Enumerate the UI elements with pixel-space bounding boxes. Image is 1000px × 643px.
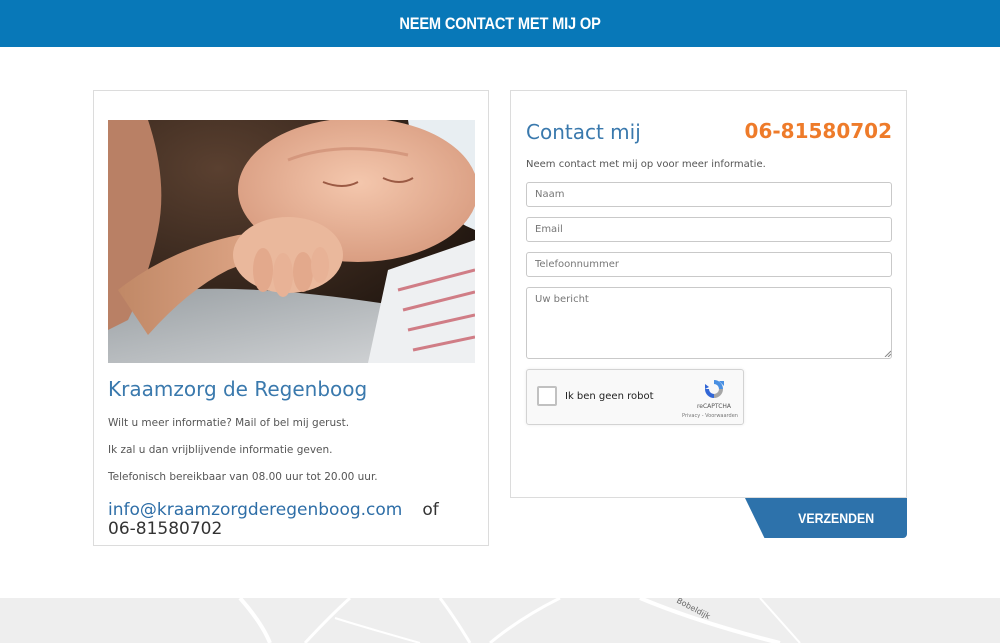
info-text-line: Ik zal u dan vrijblijvende informatie ge… [108, 444, 333, 456]
phone-input[interactable] [526, 252, 892, 277]
page-header-bar: NEEM CONTACT MET MIJ OP [0, 0, 1000, 47]
phone-number-text: 06-81580702 [108, 519, 223, 539]
email-link[interactable]: info@kraamzorgderegenboog.com [108, 500, 402, 520]
newborn-photo-image [108, 120, 475, 363]
info-text-line: Wilt u meer informatie? Mail of bel mij … [108, 417, 350, 429]
recaptcha-widget: Ik ben geen robot reCAPTCHA Privacy - Vo… [526, 369, 744, 425]
map-roads [238, 598, 801, 643]
resize-handle-icon[interactable] [884, 350, 891, 357]
recaptcha-label: Ik ben geen robot [565, 391, 654, 402]
page-heading: NEEM CONTACT MET MIJ OP [399, 13, 601, 33]
contact-phone-number: 06-81580702 [744, 119, 892, 143]
contact-form-card: Contact mij 06-81580702 Neem contact met… [510, 90, 907, 498]
or-text: of [422, 500, 439, 520]
contact-details: info@kraamzorgderegenboog.com of 06-81580… [108, 501, 478, 539]
recaptcha-terms-link[interactable]: Privacy - Voorwaarden [677, 413, 743, 419]
recaptcha-logo-icon [705, 380, 724, 398]
recaptcha-brand-text: reCAPTCHA [696, 403, 732, 410]
business-name: Kraamzorg de Regenboog [108, 377, 368, 401]
name-input[interactable] [526, 182, 892, 207]
contact-intro-text: Neem contact met mij op voor meer inform… [526, 159, 766, 170]
submit-button-label: VERZENDEN [797, 510, 874, 526]
submit-button[interactable]: VERZENDEN [745, 498, 907, 538]
recaptcha-checkbox[interactable] [537, 386, 557, 406]
contact-form-title: Contact mij [526, 120, 641, 144]
info-card: Kraamzorg de Regenboog Wilt u meer infor… [93, 90, 489, 546]
message-textarea[interactable] [526, 287, 892, 359]
newborn-photo [108, 120, 475, 363]
map-area[interactable]: Bobeldijk [0, 598, 1000, 643]
email-input[interactable] [526, 217, 892, 242]
info-text-line: Telefonisch bereikbaar van 08.00 uur tot… [108, 471, 378, 483]
